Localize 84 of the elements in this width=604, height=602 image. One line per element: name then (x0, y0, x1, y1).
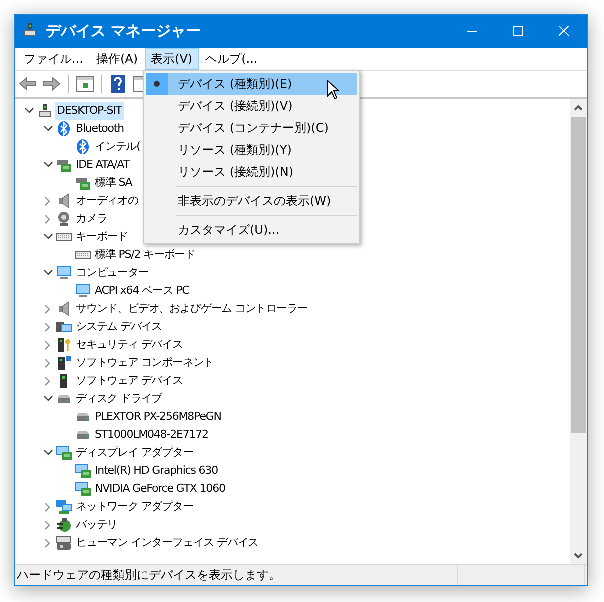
menu-option[interactable]: デバイス (接続別)(V) (146, 95, 357, 117)
menu-option[interactable]: リソース (接続別)(N) (146, 161, 357, 183)
tree-item[interactable]: ST1000LM048-2E7172 (93, 426, 210, 444)
tree-item[interactable]: DESKTOP-SIT (55, 102, 124, 120)
back-button[interactable] (18, 74, 38, 94)
chevron-down-icon[interactable] (24, 108, 34, 114)
app-icon (22, 22, 38, 38)
chevron-right-icon[interactable] (45, 196, 51, 206)
tree-item[interactable]: システム デバイス (74, 318, 164, 336)
chevron-down-icon[interactable] (44, 126, 52, 132)
tree-item[interactable]: コンピューター (74, 264, 151, 282)
key-icon (56, 337, 72, 353)
chevron-right-icon[interactable] (45, 322, 51, 332)
display-adapter-icon (75, 463, 91, 479)
tree-item[interactable]: ACPI x64 ベース PC (93, 282, 192, 300)
menu-option[interactable]: 非表示のデバイスの表示(W) (146, 190, 357, 212)
bluetooth-icon (56, 121, 72, 137)
chevron-right-icon[interactable] (45, 304, 51, 314)
scrollbar[interactable] (570, 99, 587, 564)
monitor-icon (56, 265, 72, 281)
status-text: ハードウェアの種類別にデバイスを表示します。 (15, 565, 458, 585)
menu-option[interactable]: カスタマイズ(U)... (146, 219, 357, 241)
speaker-icon (56, 301, 72, 317)
chevron-right-icon[interactable] (45, 340, 51, 350)
tree-item[interactable]: サウンド、ビデオ、およびゲーム コントローラー (74, 300, 310, 318)
circuit-board-icon (75, 175, 91, 191)
tree-item[interactable]: ソフトウェア デバイス (74, 372, 185, 390)
webcam-icon (56, 211, 72, 227)
menu-item[interactable]: ヘルプ(... (200, 48, 264, 70)
menu-item[interactable]: 表示(V) (145, 48, 199, 70)
tree-item[interactable]: オーディオの (74, 192, 140, 210)
menu-item[interactable]: ファイル... (18, 48, 90, 70)
forward-button[interactable] (42, 74, 62, 94)
gamepad-icon (56, 535, 72, 551)
puzzle-tower-icon (56, 355, 72, 371)
help-button[interactable] (108, 74, 128, 94)
tree-item[interactable]: 標準 SA (93, 174, 134, 192)
tree-item[interactable]: NVIDIA GeForce GTX 1060 (93, 480, 228, 498)
chevron-right-icon[interactable] (45, 376, 51, 386)
tree-item[interactable]: Intel(R) HD Graphics 630 (93, 462, 220, 480)
tree-item[interactable]: Bluetooth (74, 120, 126, 138)
maximize-icon (512, 26, 524, 37)
tree-item[interactable]: ディスク ドライブ (74, 390, 164, 408)
window-title: デバイス マネージャー (46, 22, 202, 41)
chevron-down-icon[interactable] (44, 396, 52, 402)
display-adapter-icon (75, 481, 91, 497)
tree-item[interactable]: ディスプレイ アダプター (74, 444, 196, 462)
tree-item[interactable]: バッテリ (74, 516, 120, 534)
tree-item[interactable]: インテル( (93, 138, 142, 156)
chevron-right-icon[interactable] (45, 538, 51, 548)
bluetooth-icon (75, 139, 91, 155)
menu-option[interactable]: デバイス (コンテナー別)(C) (146, 117, 357, 139)
tree-item[interactable]: カメラ (74, 210, 110, 228)
chevron-right-icon[interactable] (45, 214, 51, 224)
close-icon (558, 26, 570, 37)
scroll-thumb[interactable] (571, 117, 586, 433)
speaker-icon (56, 193, 72, 209)
chevron-right-icon[interactable] (45, 520, 51, 530)
network-icon (56, 499, 72, 515)
monitor-icon (75, 283, 91, 299)
battery-plug-icon (56, 517, 72, 533)
chevron-right-icon[interactable] (45, 502, 51, 512)
pointer-icon (327, 80, 340, 100)
menu-option[interactable]: デバイス (種類別)(E) (146, 73, 357, 95)
tree-item[interactable]: ソフトウェア コンポーネント (74, 354, 216, 372)
chevron-right-icon[interactable] (45, 358, 51, 368)
properties-button[interactable] (75, 74, 95, 94)
tree-item[interactable]: ヒューマン インターフェイス デバイス (74, 534, 261, 552)
chevron-down-icon[interactable] (44, 270, 52, 276)
menu-item[interactable]: 操作(A) (90, 48, 144, 70)
computer-icon (37, 103, 53, 119)
display-adapter-icon (56, 445, 72, 461)
menu-option[interactable]: リソース (種類別)(Y) (146, 139, 357, 161)
tree-item[interactable]: PLEXTOR PX-256M8PeGN (93, 408, 224, 426)
tree-item[interactable]: 標準 PS/2 キーボード (93, 246, 198, 264)
chevron-down-icon[interactable] (44, 162, 52, 168)
folder-monitor-icon (56, 319, 72, 335)
circuit-board-icon (56, 157, 72, 173)
tree-item[interactable]: ネットワーク アダプター (74, 498, 196, 516)
tree-item[interactable]: キーボード (74, 228, 130, 246)
tree-item[interactable]: IDE ATA/AT (74, 156, 132, 174)
chevron-down-icon[interactable] (44, 234, 52, 240)
tree-item[interactable]: セキュリティ デバイス (74, 336, 185, 354)
chevron-down-icon[interactable] (44, 450, 52, 456)
